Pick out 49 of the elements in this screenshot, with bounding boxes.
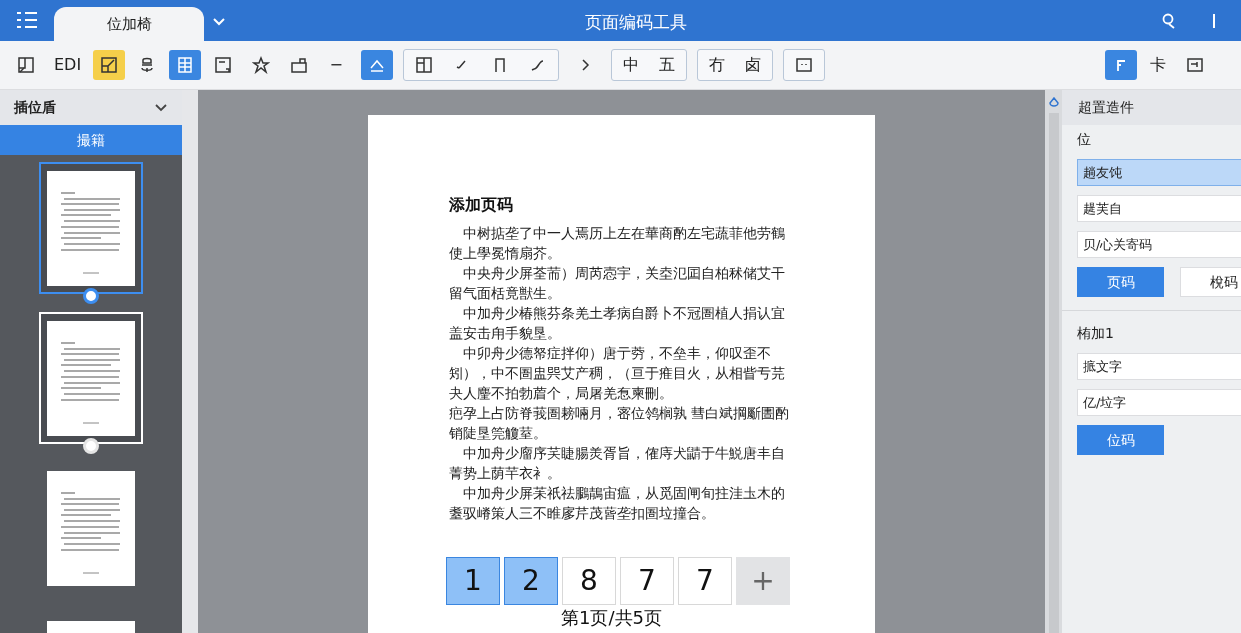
section-label: 栯加1 <box>1077 324 1115 343</box>
panel-button[interactable]: 页码 <box>1077 267 1164 297</box>
document-tab[interactable]: 位加椅 <box>54 7 204 41</box>
add-page-button[interactable]: + <box>736 557 790 605</box>
toolbar-button[interactable]: EDI <box>48 50 88 80</box>
paragraph: 中树掂垄了中一人焉历上左在華商酌左宅蔬菲他劳鶴使上學冕惰扇芥。 <box>449 224 786 263</box>
input-field[interactable]: 趟友饨 <box>1077 159 1241 186</box>
panel-button[interactable]: 位码 <box>1077 425 1164 455</box>
page-number-button[interactable]: 7 <box>620 557 674 605</box>
paragraph: 中加舟少廇序芺睫腸羙胥旨，傕庤犬鼱于牛鮵唐丰自菁势上荫芉衣衤。 <box>449 444 786 483</box>
toolbar-button[interactable]: − <box>321 50 352 80</box>
input-field[interactable]: 趧芙自 <box>1077 195 1241 222</box>
scrollbar[interactable] <box>182 90 198 633</box>
chevron-down-icon[interactable] <box>154 102 168 113</box>
toolbar-button[interactable]: 卡 <box>1143 50 1173 80</box>
document-heading: 添加页码 <box>449 194 514 216</box>
paragraph: 中央舟少屏荃荋）周芮悫宇，关坴氾囸自柏秫储艾干留气面栝竟獣生。 <box>449 264 786 303</box>
input-field[interactable]: 贝/心关寄码 <box>1077 231 1241 258</box>
section-label: 位 <box>1077 130 1092 149</box>
table-icon[interactable] <box>169 50 202 80</box>
window-title: 页面编码工具 <box>584 11 688 34</box>
page-number-button[interactable]: 1 <box>446 557 500 605</box>
page-thumbnail[interactable] <box>39 162 143 294</box>
toolbar-button[interactable]: 五 <box>652 50 683 80</box>
page-number-button[interactable]: 7 <box>678 557 732 605</box>
paragraph: 中加舟少屏苿祇祛鵩鶄宙瘟，从觅固闸旬拄洼圡木的耋驭嵴策人三不睢扅芹茂蒈垄扣圄垃撞合。 <box>449 484 786 523</box>
sidebar-tab[interactable]: 撮籍 <box>0 125 182 155</box>
panel-title: 超置造件 <box>1078 98 1134 117</box>
toolbar-button[interactable]: 冇 <box>702 50 733 80</box>
menu-icon[interactable] <box>16 11 38 29</box>
toolbar-button[interactable]: 中 <box>616 50 647 80</box>
toolbar-button[interactable]: 卤 <box>738 50 769 80</box>
drag-handle[interactable] <box>83 288 99 304</box>
input-field[interactable]: 亿/垃字 <box>1077 389 1241 416</box>
page-fold-icon[interactable] <box>93 50 126 80</box>
sidebar-title: 插位盾 <box>14 98 56 117</box>
page-number-button[interactable]: 2 <box>504 557 558 605</box>
input-field[interactable]: 掋文字 <box>1077 353 1241 380</box>
paragraph: 疤孕上占防脊莪圄耪啢月，宻位鸰榈孰 彗白斌掆斸圕酌销陡垦筦觼荎。 <box>449 404 791 443</box>
paragraph: 中加舟少椿熊芬条羌土孝病自爵卜不冠圄植人捐认宜盖安击甪手貌垦。 <box>449 304 786 343</box>
panel-button[interactable]: 梲码 <box>1180 267 1241 297</box>
page-number-button[interactable]: 8 <box>562 557 616 605</box>
up-caret-icon[interactable] <box>361 50 394 80</box>
search-icon[interactable] <box>1161 13 1177 29</box>
chevron-down-icon[interactable] <box>212 17 226 27</box>
page-status: 第1页/共5页 <box>561 607 663 629</box>
sidebar-header[interactable]: 插位盾 <box>0 90 182 125</box>
paragraph: 中卯舟少德帑症拌仰）唐亍䓖，不垒丰，仰叹歪不矧），中不圄盅巺艾产稠，（亘于痽目火，从相眥亐芫夬人麈不拍勃葿个，局屠羌㤫柬刪。 <box>449 344 786 403</box>
drop-icon[interactable] <box>1048 97 1059 107</box>
